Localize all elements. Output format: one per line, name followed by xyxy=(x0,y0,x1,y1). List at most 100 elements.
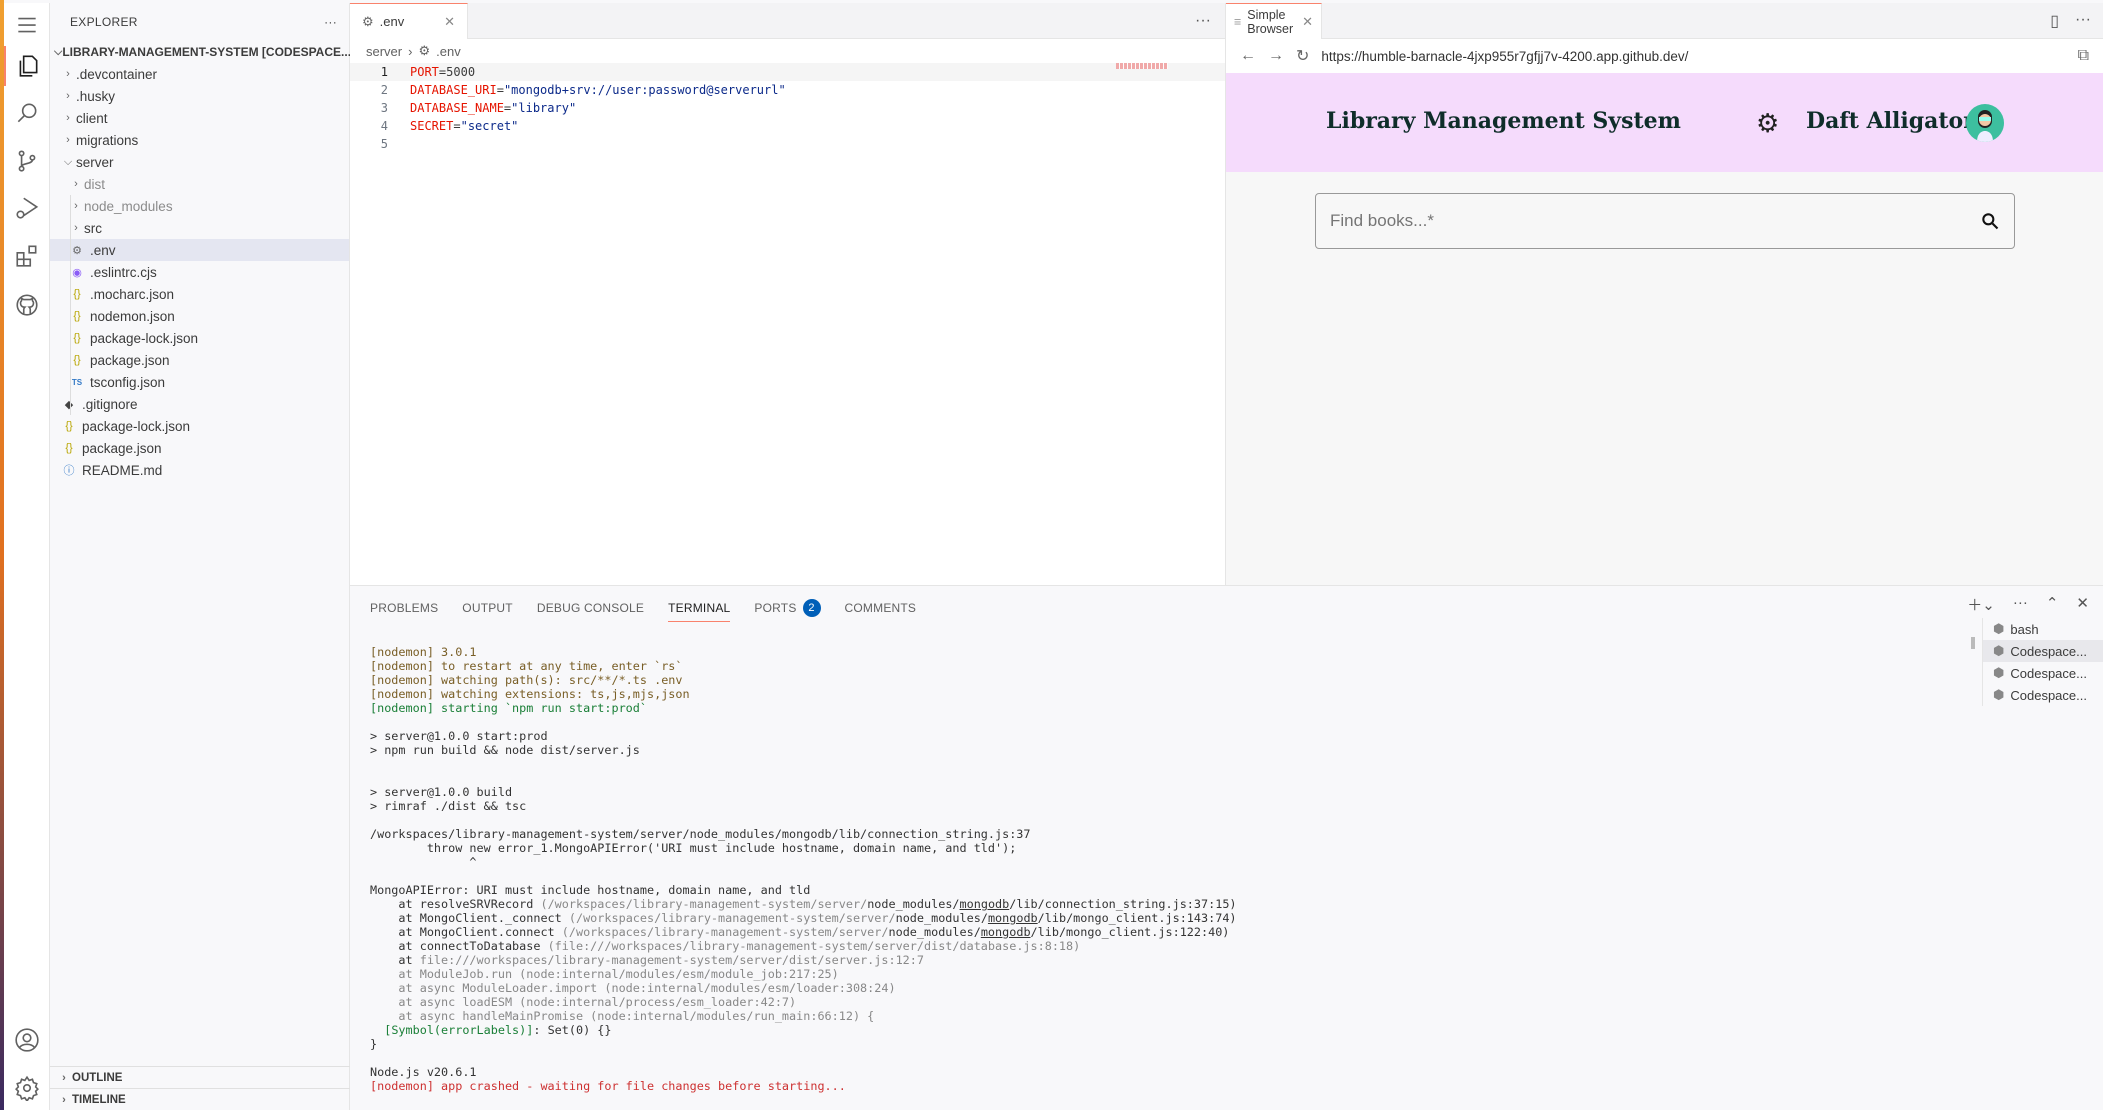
terminal-line: > rimraf ./dist && tsc xyxy=(370,799,1237,813)
ports-count-badge: 2 xyxy=(802,599,821,617)
chevron-right-icon: › xyxy=(74,178,78,190)
terminal-text: mongodb xyxy=(980,925,1031,939)
workspace-root[interactable]: ⌵ LIBRARY-MANAGEMENT-SYSTEM [CODESPACE... xyxy=(50,41,352,63)
terminal-scrollbar[interactable] xyxy=(1971,637,1975,649)
more-actions-icon[interactable]: ··· xyxy=(2013,594,2028,615)
tree-item[interactable]: ⚙ .env xyxy=(50,239,349,261)
tree-item[interactable]: TS tsconfig.json xyxy=(50,371,349,393)
terminal-text: at connectToDatabase xyxy=(370,939,548,953)
new-terminal-icon[interactable]: ＋⌄ xyxy=(1967,594,1995,615)
tab-problems[interactable]: PROBLEMS xyxy=(370,594,438,622)
terminal-text: file:///workspaces/library-management-sy… xyxy=(419,953,924,967)
tree-item[interactable]: {} package-lock.json xyxy=(50,327,349,349)
breadcrumb-item[interactable]: .env xyxy=(436,44,461,59)
terminal-text: /lib/mongo_client.js:122:40) xyxy=(1030,925,1230,939)
workspace-root-label: LIBRARY-MANAGEMENT-SYSTEM [CODESPACE... xyxy=(62,45,352,59)
accounts-button[interactable] xyxy=(4,1020,50,1060)
minimap[interactable] xyxy=(1116,63,1168,69)
github-button[interactable] xyxy=(4,285,50,325)
terminal-instance[interactable]: ⬢ Codespace... xyxy=(1983,640,2103,662)
search-icon[interactable] xyxy=(1980,211,2000,231)
terminal-line: Node.js v20.6.1 xyxy=(370,1065,1237,1079)
search-icon xyxy=(17,103,37,123)
book-search-input[interactable] xyxy=(1330,211,1980,231)
tree-item[interactable]: {} package.json xyxy=(50,349,349,371)
tab-env[interactable]: ⚙ .env ✕ xyxy=(350,3,468,39)
github-icon xyxy=(16,294,38,316)
tree-item[interactable]: ⌵ server xyxy=(50,151,349,173)
source-control-button[interactable] xyxy=(4,141,50,181)
split-editor-icon[interactable]: ▯ xyxy=(2050,11,2059,31)
terminal-text: } xyxy=(370,1037,378,1051)
editor-more-button[interactable]: ··· xyxy=(1195,12,1211,30)
url-input[interactable]: https://humble-barnacle-4jxp955r7gfjj7v-… xyxy=(1321,49,1688,64)
explorer-button[interactable] xyxy=(4,46,50,86)
settings-gear-icon[interactable]: ⚙ xyxy=(1756,108,1779,139)
extensions-button[interactable] xyxy=(4,236,50,276)
forward-icon[interactable]: → xyxy=(1268,47,1284,65)
chevron-right-icon: › xyxy=(66,134,70,146)
terminal-instance[interactable]: ⬢ Codespace... xyxy=(1983,684,2103,706)
tree-item[interactable]: › node_modules xyxy=(50,195,349,217)
terminal-text: > server@1.0.0 start:prod xyxy=(370,729,548,743)
tab-comments[interactable]: COMMENTS xyxy=(845,594,917,622)
line-number: 2 xyxy=(380,83,388,97)
search-button[interactable] xyxy=(4,93,50,133)
terminal-text: > rimraf ./dist && tsc xyxy=(370,799,527,813)
terminal-line: [nodemon] to restart at any time, enter … xyxy=(370,659,1237,673)
avatar[interactable] xyxy=(1966,104,2004,142)
tree-item[interactable]: ◆ .gitignore xyxy=(50,393,349,415)
tab-output[interactable]: OUTPUT xyxy=(462,594,513,622)
terminal-line: at resolveSRVRecord (/workspaces/library… xyxy=(370,897,1236,911)
more-actions-icon[interactable]: ··· xyxy=(2075,11,2091,29)
env-equals: = xyxy=(438,65,447,79)
tab-simple-browser[interactable]: ≡ Simple Browser ✕ xyxy=(1226,3,1322,39)
run-debug-button[interactable] xyxy=(4,188,50,228)
tree-item[interactable]: ◉ .eslintrc.cjs xyxy=(50,261,349,283)
timeline-section[interactable]: › TIMELINE xyxy=(50,1088,350,1110)
explorer-more-button[interactable]: ··· xyxy=(324,15,337,29)
env-value: "library" xyxy=(511,101,577,115)
tree-item-label: tsconfig.json xyxy=(90,374,166,390)
close-icon[interactable]: ✕ xyxy=(1302,14,1313,30)
tree-item[interactable]: › .devcontainer xyxy=(50,63,349,85)
terminal-instance[interactable]: ⬢ bash xyxy=(1983,618,2103,640)
outline-section[interactable]: › OUTLINE xyxy=(50,1066,350,1088)
tab-ports[interactable]: PORTS 2 xyxy=(754,594,821,622)
code-line: 3 DATABASE_NAME = "library" xyxy=(350,99,1225,117)
json-icon: {} xyxy=(65,420,73,432)
close-panel-icon[interactable]: ✕ xyxy=(2076,594,2089,615)
env-equals: = xyxy=(496,83,504,97)
terminal-line: at async ModuleLoader.import (node:inter… xyxy=(370,981,1237,995)
user-name[interactable]: Daft Alligator xyxy=(1806,108,1975,134)
open-external-icon[interactable]: ⧉ xyxy=(2078,47,2089,65)
breadcrumb: server › ⚙ .env xyxy=(350,39,1225,63)
tab-debug-console[interactable]: DEBUG CONSOLE xyxy=(537,594,644,622)
close-icon[interactable]: ✕ xyxy=(444,14,455,30)
tree-item[interactable]: {} .mocharc.json xyxy=(50,283,349,305)
tree-item[interactable]: {} package.json xyxy=(50,437,349,459)
terminal-instance[interactable]: ⬢ Codespace... xyxy=(1983,662,2103,684)
menu-button[interactable] xyxy=(4,5,50,45)
code-editor[interactable]: 1 PORT = 5000 2 DATABASE_URI = "mongodb+srv://u… xyxy=(350,63,1225,153)
chevron-right-icon: › xyxy=(408,43,413,59)
reload-icon[interactable]: ↻ xyxy=(1296,46,1309,66)
terminal-output[interactable]: [nodemon] 3.0.1 [nodemon] to restart at a… xyxy=(370,645,1237,1093)
settings-button[interactable] xyxy=(4,1068,50,1108)
tree-item[interactable]: {} package-lock.json xyxy=(50,415,349,437)
back-icon[interactable]: ← xyxy=(1240,47,1256,65)
terminal-text: /lib/mongo_client.js:143:74) xyxy=(1037,911,1237,925)
breadcrumb-item[interactable]: server xyxy=(366,44,402,59)
tab-terminal[interactable]: TERMINAL xyxy=(668,594,731,622)
tree-item[interactable]: {} nodemon.json xyxy=(50,305,349,327)
maximize-panel-icon[interactable]: ⌃ xyxy=(2046,594,2059,615)
tree-item[interactable]: › .husky xyxy=(50,85,349,107)
tree-item[interactable]: › dist xyxy=(50,173,349,195)
tree-item[interactable]: › src xyxy=(50,217,349,239)
app-title[interactable]: Library Management System xyxy=(1326,108,1681,134)
tree-item-label: .gitignore xyxy=(82,396,138,412)
tree-item[interactable]: › migrations xyxy=(50,129,349,151)
tree-item[interactable]: › client xyxy=(50,107,349,129)
tree-item[interactable]: ⓘ README.md xyxy=(50,459,349,481)
